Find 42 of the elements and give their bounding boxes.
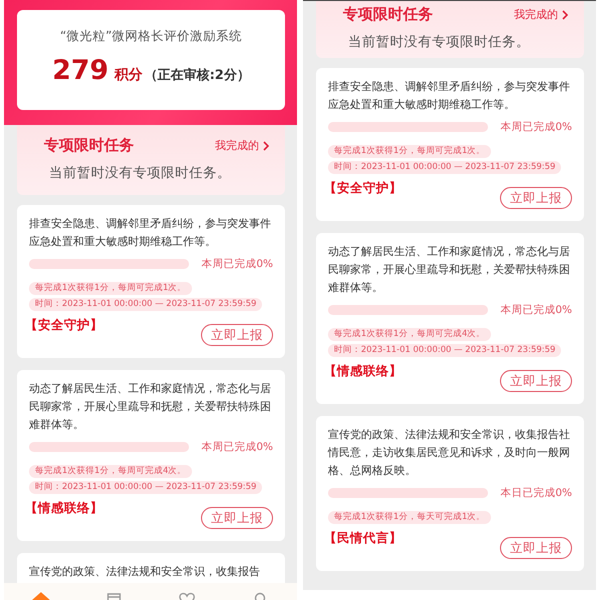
category-tag: 【情感联络】 xyxy=(324,363,402,380)
category-tag: 【安全守护】 xyxy=(324,180,402,197)
pending-points: （正在审核:2分） xyxy=(144,66,250,84)
progress-label: 本周已完成0% xyxy=(500,303,572,317)
task-description: 动态了解居民生活、工作和家庭情况，常态化与居民聊家常，开展心里疏导和抚慰，关爱帮扶特殊困难群体等。 xyxy=(328,244,571,296)
completed-link[interactable]: 我完成的 xyxy=(215,138,269,153)
task-note: 每完成1次获得1分，每周可完成4次。 xyxy=(328,328,492,341)
report-button[interactable]: 立即上报 xyxy=(500,187,572,209)
category-tag: 【民情代言】 xyxy=(324,530,402,547)
progress-label: 本周已完成0% xyxy=(500,120,572,134)
report-button[interactable]: 立即上报 xyxy=(500,537,572,559)
task-note: 时间：2023-11-01 00:00:00 — 2023-11-07 23:59:59 xyxy=(328,161,562,174)
task-note: 每完成1次获得1分，每周可完成1次。 xyxy=(29,282,192,295)
task-description: 动态了解居民生活、工作和家庭情况，常态化与居民聊家常，开展心里疏导和抚慰，关爱帮扶特殊困难群体等。 xyxy=(29,381,272,433)
progress-label: 本日已完成0% xyxy=(500,486,572,500)
task-note: 每完成1次获得1分，每周可完成1次。 xyxy=(328,145,492,158)
chevron-icon xyxy=(263,140,269,150)
progress-label: 本周已完成0% xyxy=(201,257,273,271)
task-description: 宣传党的政策、法律法规和安全常识，收集报告 xyxy=(29,564,261,580)
empty-message: 当前暂时没有专项限时任务。 xyxy=(49,164,232,182)
task-description: 排查安全隐患、调解邻里矛盾纠纷，参与突发事件应急处置和重大敏感时期维稳工作等。 xyxy=(328,79,571,113)
progress-label: 本周已完成0% xyxy=(201,440,273,454)
task-note: 每完成1次获得1分，每天可完成1次。 xyxy=(328,511,492,524)
task-note: 每完成1次获得1分，每周可完成4次。 xyxy=(29,465,192,478)
points-value: 279 xyxy=(52,55,109,86)
report-button[interactable]: 立即上报 xyxy=(500,370,572,392)
task-note: 时间：2023-11-01 00:00:00 — 2023-11-07 23:59:59 xyxy=(29,298,262,311)
system-title: “微光粒”微网格长评价激励系统 xyxy=(60,28,242,45)
points-unit: 积分 xyxy=(114,66,143,84)
task-description: 排查安全隐患、调解邻里矛盾纠纷，参与突发事件应急处置和重大敏感时期维稳工作等。 xyxy=(29,216,272,250)
section-title: 专项限时任务 xyxy=(343,5,433,24)
report-button[interactable]: 立即上报 xyxy=(201,324,273,346)
report-button[interactable]: 立即上报 xyxy=(201,507,273,529)
category-tag: 【安全守护】 xyxy=(25,317,103,334)
chevron-icon xyxy=(562,10,568,20)
task-description: 宣传党的政策、法律法规和安全常识，收集报告社情民意，走访收集居民意见和诉求，及时向一般网格、总网格反映。 xyxy=(328,427,571,479)
task-note: 时间：2023-11-01 00:00:00 — 2023-11-07 23:59:59 xyxy=(29,481,262,494)
section-title: 专项限时任务 xyxy=(44,136,134,155)
empty-message: 当前暂时没有专项限时任务。 xyxy=(348,33,531,51)
task-note: 时间：2023-11-01 00:00:00 — 2023-11-07 23:59:59 xyxy=(328,344,562,357)
completed-link[interactable]: 我完成的 xyxy=(514,7,568,22)
category-tag: 【情感联络】 xyxy=(25,500,103,517)
